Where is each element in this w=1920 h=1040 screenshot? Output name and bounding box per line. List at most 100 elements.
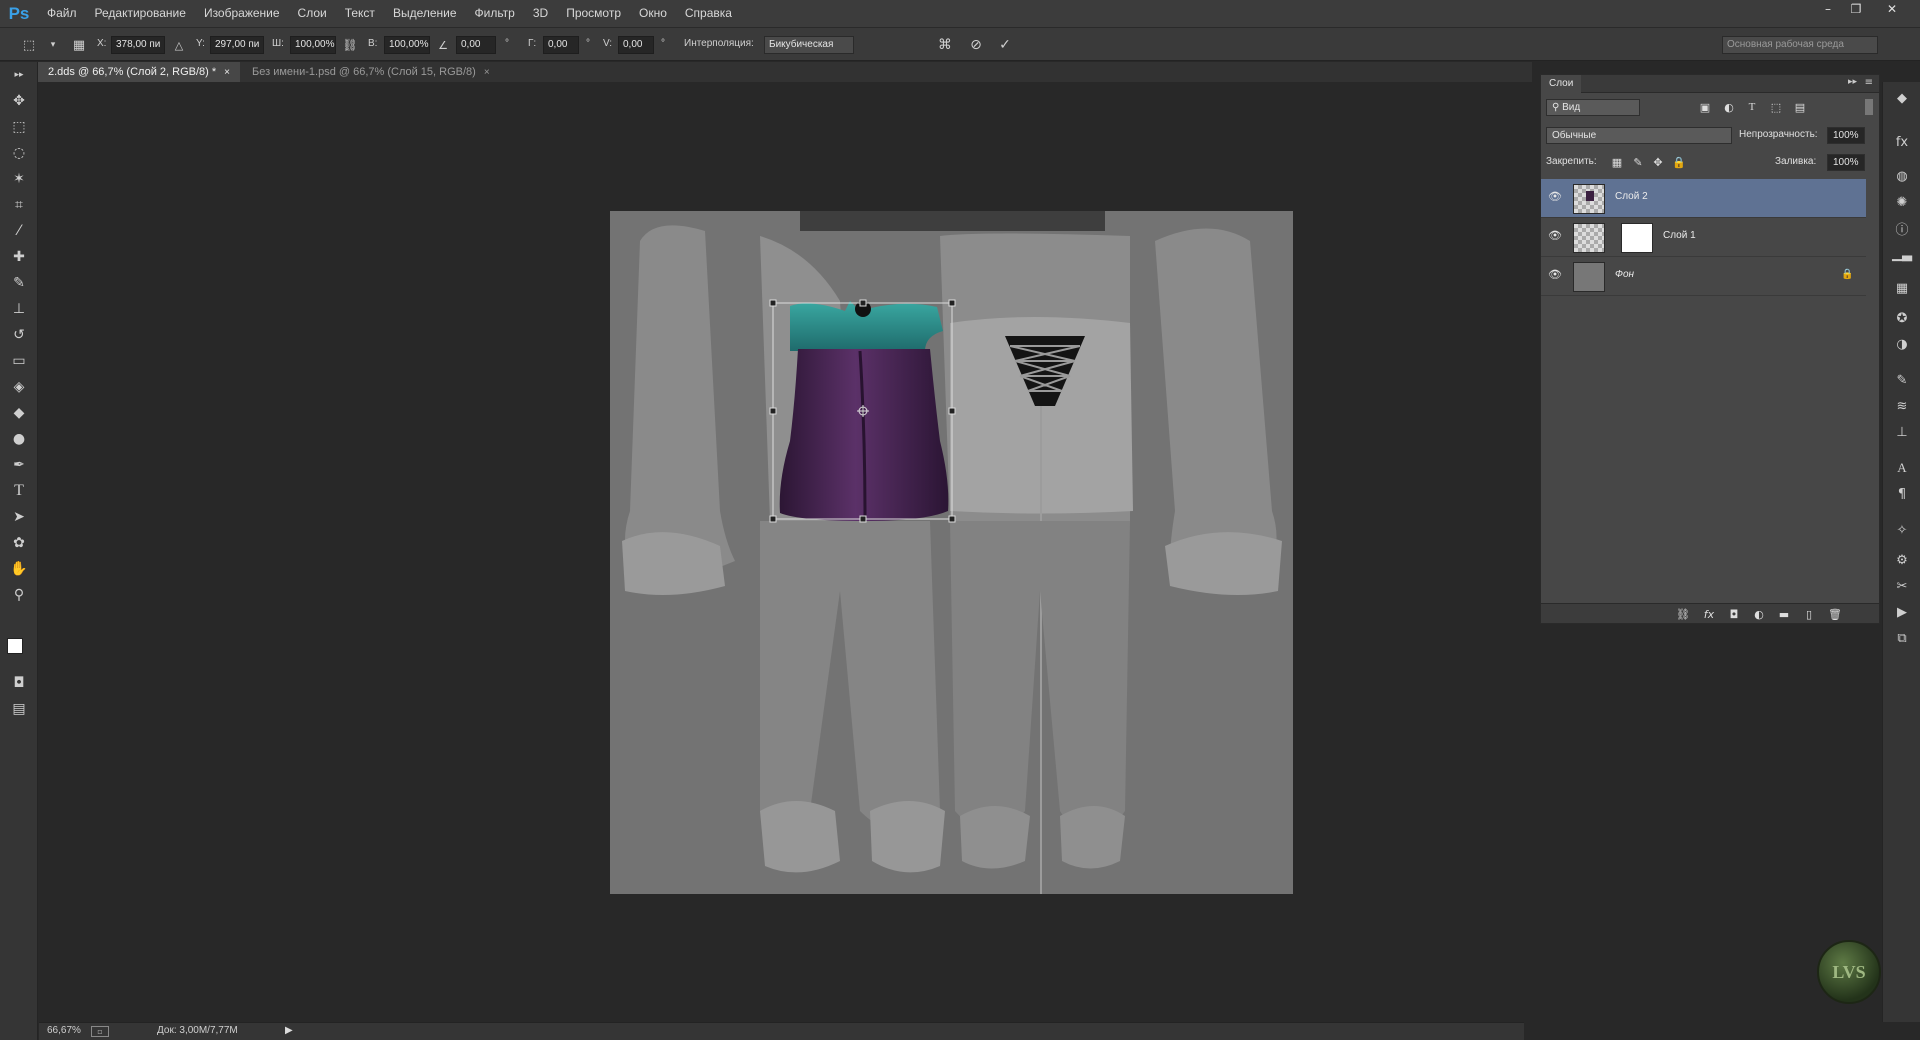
menu-window[interactable]: Окно (630, 0, 676, 27)
y-input[interactable]: 297,00 пи (210, 36, 264, 54)
width-input[interactable]: 100,00% (290, 36, 336, 54)
status-menu-arrow-icon[interactable]: ▶ (285, 1025, 293, 1036)
styles-panel-icon[interactable]: fx (1892, 132, 1912, 152)
foreground-color-swatch[interactable] (7, 638, 23, 654)
layer-style-icon[interactable]: fx (1701, 606, 1717, 622)
blend-mode-select[interactable]: Обычные (1546, 127, 1732, 144)
type-filter-icon[interactable]: T (1744, 99, 1760, 115)
menu-view[interactable]: Просмотр (557, 0, 630, 27)
layer-name[interactable]: Фон (1615, 269, 1634, 280)
x-input[interactable]: 378,00 пи (111, 36, 165, 54)
info-panel-icon[interactable]: ⓘ (1892, 218, 1912, 238)
minimize-button[interactable]: – (1814, 0, 1842, 18)
layers-panel-icon[interactable]: ◆ (1892, 88, 1912, 108)
close-tab-icon[interactable]: × (484, 67, 490, 78)
crop-tool-icon[interactable]: ⌗ (7, 194, 31, 216)
menu-file[interactable]: Файл (38, 0, 86, 27)
lock-all-icon[interactable]: 🔒 (1671, 154, 1687, 170)
type-tool-icon[interactable]: T (7, 480, 31, 502)
visibility-eye-icon[interactable]: 👁 (1547, 229, 1563, 245)
hskew-input[interactable]: 0,00 (543, 36, 579, 54)
eraser-tool-icon[interactable]: ▭ (7, 350, 31, 372)
pen-tool-icon[interactable]: ✒ (7, 454, 31, 476)
filter-toggle[interactable] (1865, 99, 1873, 115)
layer-name[interactable]: Слой 1 (1663, 230, 1696, 241)
menu-select[interactable]: Выделение (384, 0, 466, 27)
tab-2-dds[interactable]: 2.dds @ 66,7% (Слой 2, RGB/8) * × (38, 62, 240, 82)
eyedropper-icon[interactable]: ⁄ (7, 220, 31, 242)
color-panel-icon[interactable]: ✪ (1892, 308, 1912, 328)
shape-filter-icon[interactable]: ⬚ (1768, 99, 1784, 115)
menu-image[interactable]: Изображение (195, 0, 289, 27)
navigator-panel-icon[interactable]: ✺ (1892, 192, 1912, 212)
screen-mode-icon[interactable]: ▤ (7, 698, 31, 720)
add-mask-icon[interactable]: ◘ (1726, 606, 1742, 622)
collapse-arrows-icon[interactable]: ▸▸ (7, 64, 31, 86)
transform-tool-icon[interactable]: ⬚ (20, 36, 38, 54)
delete-layer-icon[interactable]: 🗑 (1827, 606, 1843, 622)
menu-layers[interactable]: Слои (289, 0, 336, 27)
panel-menu-icon[interactable]: ≡ (1865, 77, 1873, 88)
reference-point-icon[interactable]: ▦ (70, 36, 88, 54)
close-button[interactable]: ✕ (1878, 0, 1906, 18)
document-canvas[interactable] (610, 211, 1293, 894)
zoom-tool-icon[interactable]: ⚲ (7, 584, 31, 606)
layer-row-sloy-2[interactable]: 👁 Слой 2 (1541, 179, 1866, 218)
character-panel-icon[interactable]: A (1892, 458, 1912, 478)
lasso-tool-icon[interactable]: ◌ (7, 142, 31, 164)
clone-source-icon[interactable]: ⊥ (1892, 422, 1912, 442)
lock-transparency-icon[interactable]: ▦ (1609, 154, 1625, 170)
histogram-panel-icon[interactable]: ▁▃ (1892, 244, 1912, 264)
tools-presets-icon[interactable]: ✂ (1892, 576, 1912, 596)
adjustments-panel-icon[interactable]: ◑ (1892, 334, 1912, 354)
channels-panel-icon[interactable]: ◍ (1892, 166, 1912, 186)
blur-tool-icon[interactable]: ◆ (7, 402, 31, 424)
link-icon[interactable]: ⛓ (341, 36, 359, 54)
brush-tool-icon[interactable]: ✎ (7, 272, 31, 294)
actions-panel-icon[interactable]: ▶ (1892, 602, 1912, 622)
interpolation-select[interactable]: Бикубическая (764, 36, 854, 54)
workspace-select[interactable]: Основная рабочая среда (1722, 36, 1878, 54)
menu-filter[interactable]: Фильтр (466, 0, 524, 27)
commit-transform-icon[interactable]: ✓ (996, 36, 1014, 54)
brush-panel-icon[interactable]: ≋ (1892, 396, 1912, 416)
zoom-level[interactable]: 66,67% (47, 1025, 81, 1036)
healing-brush-icon[interactable]: ✚ (7, 246, 31, 268)
lock-position-icon[interactable]: ✥ (1650, 154, 1666, 170)
menu-3d[interactable]: 3D (524, 0, 557, 27)
clone-stamp-icon[interactable]: ⊥ (7, 298, 31, 320)
paint-bucket-icon[interactable]: ◈ (7, 376, 31, 398)
magic-wand-icon[interactable]: ✶ (7, 168, 31, 190)
path-selection-icon[interactable]: ➤ (7, 506, 31, 528)
visibility-eye-icon[interactable]: 👁 (1547, 190, 1563, 206)
share-icon[interactable]: ▫ (91, 1026, 109, 1037)
layer-row-background[interactable]: 👁 Фон 🔒 (1541, 257, 1866, 296)
cancel-transform-icon[interactable]: ⊘ (967, 36, 985, 54)
history-brush-icon[interactable]: ↺ (7, 324, 31, 346)
brush-presets-icon[interactable]: ✎ (1892, 370, 1912, 390)
paths-panel-icon[interactable]: ✧ (1892, 520, 1912, 540)
menu-type[interactable]: Текст (336, 0, 384, 27)
vskew-input[interactable]: 0,00 (618, 36, 654, 54)
height-input[interactable]: 100,00% (384, 36, 430, 54)
dropdown-arrow-icon[interactable]: ▾ (44, 36, 62, 54)
lock-pixels-icon[interactable]: ✎ (1630, 154, 1646, 170)
opacity-input[interactable]: 100% (1827, 127, 1865, 144)
angle-input[interactable]: 0,00 (456, 36, 496, 54)
adjustment-filter-icon[interactable]: ◐ (1721, 99, 1737, 115)
paragraph-panel-icon[interactable]: ¶ (1892, 484, 1912, 504)
hand-tool-icon[interactable]: ✋ (7, 558, 31, 580)
history-panel-icon[interactable]: ⧉ (1892, 628, 1912, 648)
tab-untitled-psd[interactable]: Без имени-1.psd @ 66,7% (Слой 15, RGB/8)… (242, 62, 500, 82)
new-adjustment-icon[interactable]: ◐ (1751, 606, 1767, 622)
close-tab-icon[interactable]: × (224, 67, 230, 78)
restore-button[interactable]: ❐ (1842, 0, 1870, 18)
link-layers-icon[interactable]: ⛓ (1675, 606, 1691, 622)
marquee-tool-icon[interactable]: ⬚ (7, 116, 31, 138)
quick-mask-icon[interactable]: ◘ (7, 672, 31, 694)
layer-filter-select[interactable]: ⚲ Вид (1546, 99, 1640, 116)
smart-object-filter-icon[interactable]: ▤ (1792, 99, 1808, 115)
menu-edit[interactable]: Редактирование (86, 0, 195, 27)
properties-panel-icon[interactable]: ⚙ (1892, 550, 1912, 570)
move-tool-icon[interactable]: ✥ (7, 90, 31, 112)
